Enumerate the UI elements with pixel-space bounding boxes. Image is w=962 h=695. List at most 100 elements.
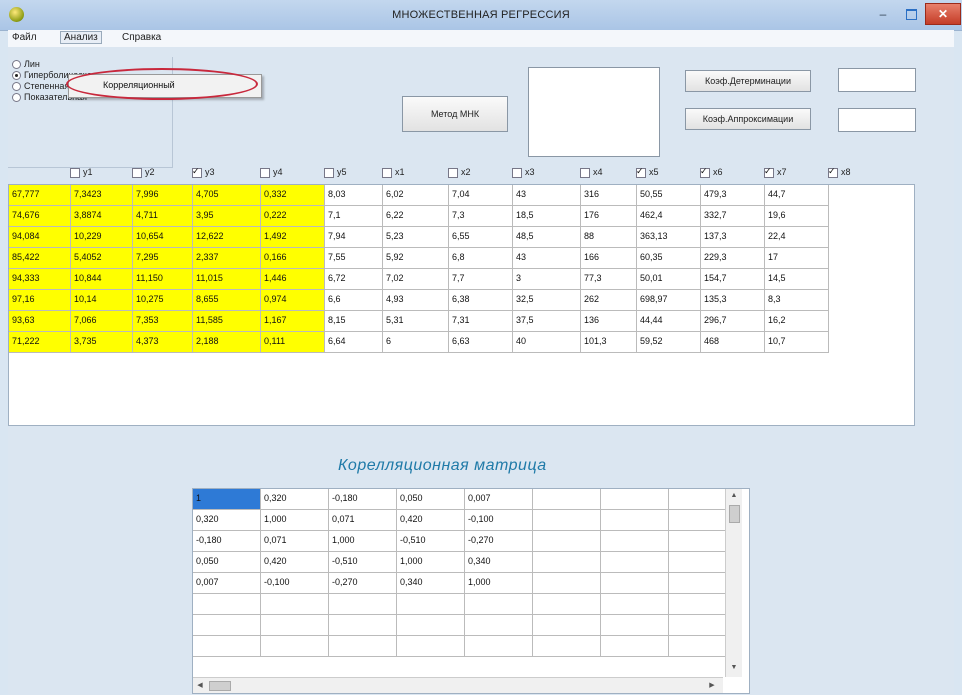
- matrix-cell[interactable]: [533, 510, 601, 531]
- checkbox-icon[interactable]: [636, 166, 646, 178]
- matrix-cell[interactable]: 0,320: [261, 489, 329, 510]
- table-cell[interactable]: 50,01: [637, 269, 701, 290]
- regression-option[interactable]: Степенная: [12, 81, 69, 92]
- table-cell[interactable]: 7,94: [325, 227, 383, 248]
- matrix-cell[interactable]: [329, 615, 397, 636]
- variable-checkbox[interactable]: x2: [448, 167, 471, 178]
- table-cell[interactable]: 6: [383, 332, 449, 353]
- matrix-cell[interactable]: [465, 615, 533, 636]
- matrix-cell[interactable]: 1,000: [329, 531, 397, 552]
- variable-checkbox[interactable]: y1: [70, 167, 93, 178]
- table-cell[interactable]: 0,222: [261, 206, 325, 227]
- checkbox-icon[interactable]: [764, 166, 774, 178]
- table-cell[interactable]: 17: [765, 248, 829, 269]
- matrix-cell[interactable]: [601, 594, 669, 615]
- variable-checkbox[interactable]: x6: [700, 166, 723, 178]
- table-cell[interactable]: 16,2: [765, 311, 829, 332]
- matrix-cell[interactable]: -0,180: [329, 489, 397, 510]
- matrix-cell[interactable]: 1,000: [397, 552, 465, 573]
- matrix-cell[interactable]: 0,050: [193, 552, 261, 573]
- data-grid[interactable]: 67,777 7,3423 7,996 4,705 0,332 8,03 6,02 7,04 4…: [8, 184, 915, 426]
- table-cell[interactable]: 3: [513, 269, 581, 290]
- table-cell[interactable]: 6,8: [449, 248, 513, 269]
- table-cell[interactable]: 32,5: [513, 290, 581, 311]
- table-cell[interactable]: 10,275: [133, 290, 193, 311]
- table-cell[interactable]: 1,446: [261, 269, 325, 290]
- table-cell[interactable]: 135,3: [701, 290, 765, 311]
- table-cell[interactable]: 10,14: [71, 290, 133, 311]
- table-cell[interactable]: 4,711: [133, 206, 193, 227]
- correlation-grid[interactable]: 0,007 -0,100 -0,270 0,340 1,000 0,050 0,420 -0,…: [192, 488, 750, 694]
- variable-checkbox[interactable]: x7: [764, 166, 787, 178]
- scroll-thumb-vertical[interactable]: [729, 505, 740, 523]
- matrix-cell[interactable]: [533, 636, 601, 657]
- determination-coef-field[interactable]: [838, 68, 916, 92]
- matrix-cell[interactable]: [533, 531, 601, 552]
- matrix-cell[interactable]: [465, 594, 533, 615]
- table-cell[interactable]: 2,337: [193, 248, 261, 269]
- table-cell[interactable]: 698,97: [637, 290, 701, 311]
- menu-analysis[interactable]: Анализ: [60, 31, 102, 44]
- table-cell[interactable]: 0,974: [261, 290, 325, 311]
- matrix-cell[interactable]: 0,071: [329, 510, 397, 531]
- table-cell[interactable]: 14,5: [765, 269, 829, 290]
- matrix-cell[interactable]: 0,340: [465, 552, 533, 573]
- table-cell[interactable]: 3,8874: [71, 206, 133, 227]
- matrix-cell[interactable]: [601, 615, 669, 636]
- table-cell[interactable]: 8,3: [765, 290, 829, 311]
- table-cell[interactable]: 101,3: [581, 332, 637, 353]
- table-cell[interactable]: 6,63: [449, 332, 513, 353]
- matrix-cell[interactable]: [601, 552, 669, 573]
- table-cell[interactable]: 8,655: [193, 290, 261, 311]
- table-cell[interactable]: 332,7: [701, 206, 765, 227]
- variable-checkbox[interactable]: y2: [132, 167, 155, 178]
- table-cell[interactable]: 10,7: [765, 332, 829, 353]
- table-cell[interactable]: 296,7: [701, 311, 765, 332]
- matrix-cell[interactable]: [601, 489, 669, 510]
- table-cell[interactable]: 74,676: [9, 206, 71, 227]
- table-cell[interactable]: 136: [581, 311, 637, 332]
- table-cell[interactable]: 7,3: [449, 206, 513, 227]
- table-cell[interactable]: 176: [581, 206, 637, 227]
- table-cell[interactable]: 11,585: [193, 311, 261, 332]
- table-cell[interactable]: 40: [513, 332, 581, 353]
- matrix-cell[interactable]: [329, 594, 397, 615]
- checkbox-icon[interactable]: [132, 167, 142, 178]
- table-cell[interactable]: 93,63: [9, 311, 71, 332]
- table-cell[interactable]: 5,92: [383, 248, 449, 269]
- table-cell[interactable]: 7,55: [325, 248, 383, 269]
- table-cell[interactable]: 5,23: [383, 227, 449, 248]
- scroll-thumb-horizontal[interactable]: [209, 681, 231, 691]
- matrix-cell[interactable]: 0,420: [397, 510, 465, 531]
- variable-checkbox[interactable]: y3: [192, 166, 215, 178]
- matrix-cell[interactable]: [533, 573, 601, 594]
- table-cell[interactable]: 0,332: [261, 185, 325, 206]
- table-cell[interactable]: 166: [581, 248, 637, 269]
- matrix-cell[interactable]: [533, 594, 601, 615]
- matrix-cell[interactable]: [533, 489, 601, 510]
- checkbox-icon[interactable]: [580, 167, 590, 178]
- scroll-right-icon[interactable]: ▶: [705, 678, 719, 693]
- matrix-cell[interactable]: 0,420: [261, 552, 329, 573]
- table-cell[interactable]: 7,1: [325, 206, 383, 227]
- checkbox-icon[interactable]: [828, 166, 838, 178]
- matrix-cell[interactable]: [261, 615, 329, 636]
- matrix-cell[interactable]: [397, 615, 465, 636]
- menu-file[interactable]: Файл: [12, 32, 37, 43]
- table-cell[interactable]: 137,3: [701, 227, 765, 248]
- table-cell[interactable]: 59,52: [637, 332, 701, 353]
- matrix-cell[interactable]: [261, 594, 329, 615]
- table-cell[interactable]: 7,066: [71, 311, 133, 332]
- table-cell[interactable]: 3,95: [193, 206, 261, 227]
- table-cell[interactable]: 60,35: [637, 248, 701, 269]
- table-cell[interactable]: 6,64: [325, 332, 383, 353]
- matrix-cell[interactable]: [465, 636, 533, 657]
- matrix-cell[interactable]: [397, 636, 465, 657]
- matrix-cell[interactable]: 1,000: [465, 573, 533, 594]
- matrix-cell[interactable]: -0,100: [261, 573, 329, 594]
- scroll-down-icon[interactable]: ▼: [726, 661, 742, 675]
- table-cell[interactable]: 0,166: [261, 248, 325, 269]
- variable-checkbox[interactable]: x3: [512, 167, 535, 178]
- table-cell[interactable]: 316: [581, 185, 637, 206]
- matrix-cell[interactable]: 0,050: [397, 489, 465, 510]
